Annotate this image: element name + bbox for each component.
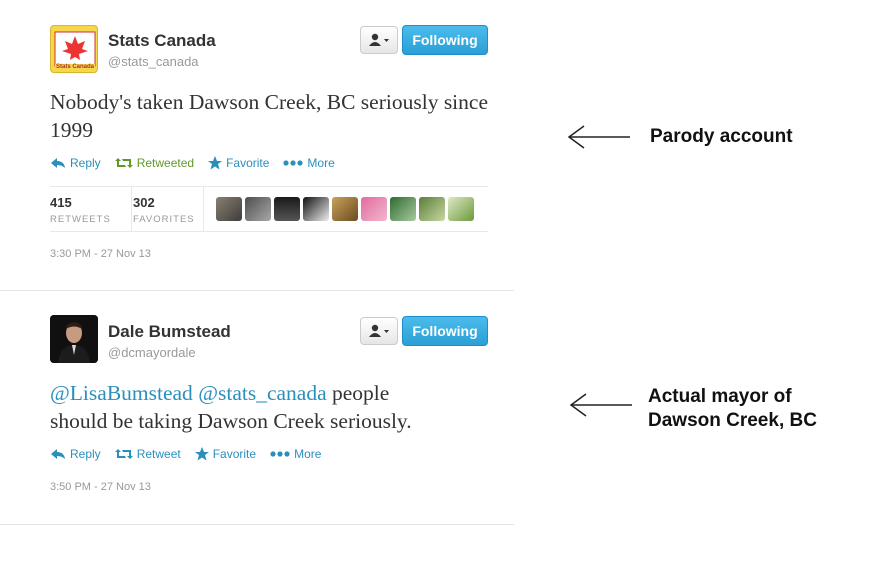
retweeter-avatar[interactable]: [419, 197, 445, 221]
reply-icon: [51, 158, 65, 168]
tweet-stats: 415 RETWEETS 302 FAVORITES: [50, 186, 488, 232]
user-actions-button[interactable]: [360, 26, 398, 54]
following-button[interactable]: Following: [402, 316, 488, 346]
retweeter-avatar[interactable]: [303, 197, 329, 221]
reply-icon: [51, 449, 65, 459]
tweet-dale-bumstead: Dale Bumstead @dcmayordale Following @Li…: [0, 291, 514, 525]
avatar-logo-text: Stats Canada: [56, 64, 95, 70]
tweet-stats-canada: Stats Canada Stats Canada @stats_canada …: [0, 0, 514, 291]
retweets-stat[interactable]: 415 RETWEETS: [50, 187, 132, 231]
retweets-count: 415: [50, 195, 72, 210]
tweet-timestamp[interactable]: 3:30 PM - 27 Nov 13: [50, 248, 151, 260]
person-photo: [50, 315, 98, 363]
retweeter-avatar[interactable]: [332, 197, 358, 221]
left-arrow-icon: [569, 393, 632, 417]
left-arrow-icon: [567, 125, 630, 149]
retweets-label: RETWEETS: [50, 214, 111, 225]
annotation-mayor-line2: Dawson Creek, BC: [648, 410, 817, 431]
tweet-timestamp[interactable]: 3:50 PM - 27 Nov 13: [50, 481, 151, 493]
favorite-label: Favorite: [226, 156, 270, 170]
tweet-actions: Reply Retweeted Favorite More: [50, 156, 335, 170]
reply-label: Reply: [70, 156, 101, 170]
avatar[interactable]: Stats Canada: [50, 25, 98, 73]
tweet-text-part: people: [326, 381, 390, 405]
retweeter-avatars: [204, 187, 474, 231]
annotation-parody: Parody account: [650, 126, 793, 147]
favorite-label: Favorite: [212, 447, 257, 461]
tweet-actions: Reply Retweet Favorite More: [50, 447, 321, 461]
star-icon: [194, 447, 209, 461]
user-dropdown-icon: [369, 324, 389, 337]
retweeter-avatar[interactable]: [448, 197, 474, 221]
retweet-icon: [114, 449, 133, 459]
more-button[interactable]: More: [283, 156, 335, 170]
favorites-count: 302: [133, 195, 155, 210]
favorite-button[interactable]: Favorite: [208, 156, 269, 170]
retweeter-avatar[interactable]: [216, 197, 242, 221]
display-name[interactable]: Stats Canada: [108, 31, 216, 51]
more-label: More: [307, 156, 335, 170]
more-label: More: [294, 447, 322, 461]
retweet-icon: [114, 158, 133, 168]
reply-button[interactable]: Reply: [50, 447, 101, 461]
user-actions-button[interactable]: [360, 317, 398, 345]
reply-label: Reply: [70, 447, 101, 461]
mention-link[interactable]: @LisaBumstead: [50, 381, 193, 405]
more-dots-icon: [270, 451, 290, 457]
retweet-label: Retweeted: [136, 156, 195, 170]
star-icon: [208, 156, 223, 170]
more-button[interactable]: More: [270, 447, 321, 461]
user-dropdown-icon: [369, 33, 389, 46]
retweet-label: Retweet: [136, 447, 181, 461]
reply-button[interactable]: Reply: [50, 156, 101, 170]
favorites-label: FAVORITES: [133, 214, 195, 225]
mention-link[interactable]: @stats_canada: [198, 381, 326, 405]
display-name[interactable]: Dale Bumstead: [108, 322, 231, 342]
tweet-text: @LisaBumstead @stats_canada people shoul…: [50, 379, 500, 435]
retweeter-avatar[interactable]: [274, 197, 300, 221]
retweeted-button[interactable]: Retweeted: [114, 156, 195, 170]
user-handle[interactable]: @dcmayordale: [108, 345, 196, 360]
following-button[interactable]: Following: [402, 25, 488, 55]
more-dots-icon: [283, 160, 304, 166]
user-handle[interactable]: @stats_canada: [108, 54, 199, 69]
favorites-stat[interactable]: 302 FAVORITES: [132, 187, 204, 231]
tweet-text: Nobody's taken Dawson Creek, BC seriousl…: [50, 90, 488, 142]
avatar[interactable]: [50, 315, 98, 363]
retweeter-avatar[interactable]: [361, 197, 387, 221]
annotation-mayor: Actual mayor of Dawson Creek, BC: [648, 385, 817, 433]
retweeter-avatar[interactable]: [390, 197, 416, 221]
annotation-mayor-line1: Actual mayor of: [648, 386, 792, 407]
retweet-button[interactable]: Retweet: [114, 447, 181, 461]
favorite-button[interactable]: Favorite: [194, 447, 257, 461]
retweeter-avatar[interactable]: [245, 197, 271, 221]
tweet-text-part: should be taking Dawson Creek seriously.: [50, 409, 412, 433]
